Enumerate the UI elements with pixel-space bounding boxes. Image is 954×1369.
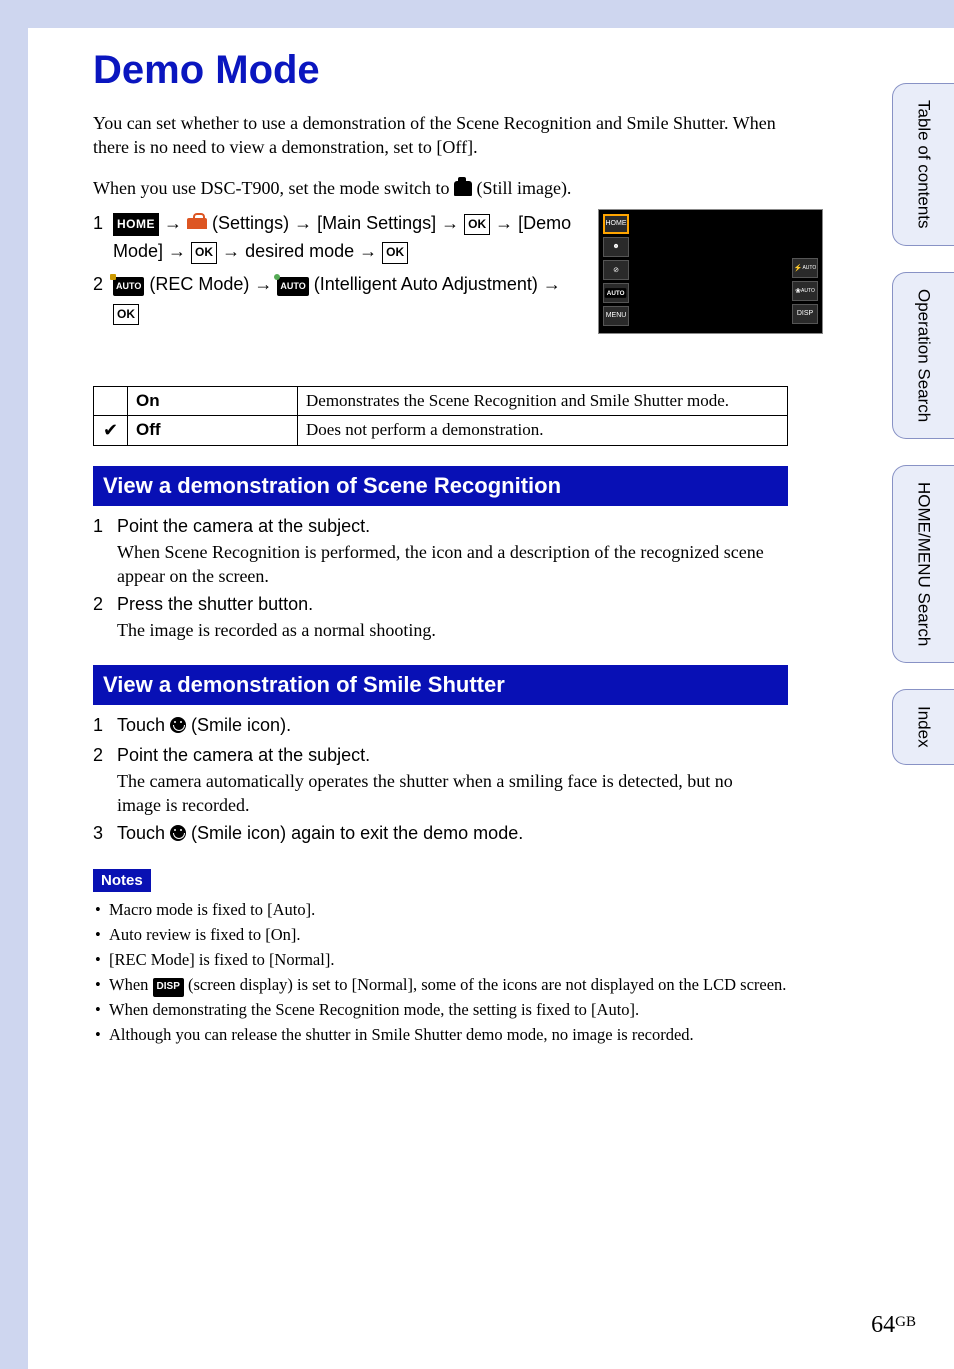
note-item: When DISP (screen display) is set to [No…: [93, 973, 788, 997]
option-on-desc: Demonstrates the Scene Recognition and S…: [298, 386, 788, 415]
list-item: 2Point the camera at the subject.The cam…: [93, 745, 788, 818]
home-badge: HOME: [113, 213, 159, 236]
table-row: On Demonstrates the Scene Recognition an…: [94, 386, 788, 415]
ok-box: OK: [191, 242, 217, 263]
settings-icon: [187, 216, 207, 230]
tab-operation-search[interactable]: Operation Search: [892, 272, 954, 439]
option-off-desc: Does not perform a demonstration.: [298, 415, 788, 445]
note-item: When demonstrating the Scene Recognition…: [93, 998, 788, 1022]
lcd-disp-icon: DISP: [792, 304, 818, 324]
list-item: 1Touch (Smile icon).: [93, 715, 788, 739]
list-item: 1Point the camera at the subject.When Sc…: [93, 516, 788, 589]
lcd-home-icon: HOME: [603, 214, 629, 234]
note-item: Auto review is fixed to [On].: [93, 923, 788, 947]
iauto-icon: AUTO: [277, 277, 308, 295]
lcd-flash-icon: ⚡AUTO: [792, 258, 818, 278]
smile-icon: [170, 717, 186, 733]
smile-steps-list: 1Touch (Smile icon). 2Point the camera a…: [93, 715, 788, 848]
side-nav-tabs: Table of contents Operation Search HOME/…: [892, 83, 954, 765]
lcd-off-icon: ⊘: [603, 260, 629, 280]
intro2-post: (Still image).: [472, 178, 571, 198]
list-item: 2Press the shutter button.The image is r…: [93, 594, 788, 642]
ok-box: OK: [464, 214, 490, 235]
camera-icon: [454, 181, 472, 196]
intro-text: You can set whether to use a demonstrati…: [93, 111, 788, 160]
ok-box: OK: [113, 304, 139, 325]
note-item: Macro mode is fixed to [Auto].: [93, 898, 788, 922]
page-number: 64GB: [871, 1312, 916, 1339]
lcd-macro-icon: ❀AUTO: [792, 281, 818, 301]
step1-body: HOME → (Settings) → [Main Settings] → OK…: [113, 209, 583, 267]
step2-body: AUTO (REC Mode) → AUTO (Intelligent Auto…: [113, 270, 583, 328]
table-row: ✔ Off Does not perform a demonstration.: [94, 415, 788, 445]
check-icon: ✔: [94, 415, 128, 445]
iauto-icon: AUTO: [113, 277, 144, 295]
option-on: On: [128, 386, 298, 415]
mode-table: On Demonstrates the Scene Recognition an…: [93, 386, 788, 446]
option-off: Off: [128, 415, 298, 445]
intro2-pre: When you use DSC-T900, set the mode swit…: [93, 178, 454, 198]
tab-index[interactable]: Index: [892, 689, 954, 765]
disp-badge: DISP: [153, 978, 184, 997]
list-item: 3Touch (Smile icon) again to exit the de…: [93, 823, 788, 847]
lcd-menu-icon: MENU: [603, 306, 629, 326]
note-item: [REC Mode] is fixed to [Normal].: [93, 948, 788, 972]
section-smile-shutter: View a demonstration of Smile Shutter: [93, 665, 788, 705]
lcd-smile-icon: ☻: [603, 237, 629, 257]
note-item: Although you can release the shutter in …: [93, 1023, 788, 1047]
notes-heading: Notes: [93, 869, 151, 892]
lcd-iauto-icon: AUTO: [603, 283, 629, 303]
lcd-preview: HOME ☻ ⊘ AUTO MENU ⚡AUTO ❀AUTO DISP: [598, 209, 823, 334]
tab-home-menu-search[interactable]: HOME/MENU Search: [892, 465, 954, 663]
ok-box: OK: [382, 242, 408, 263]
smile-icon: [170, 825, 186, 841]
section-scene-recognition: View a demonstration of Scene Recognitio…: [93, 466, 788, 506]
page-title: Demo Mode: [93, 48, 788, 93]
notes-list: Macro mode is fixed to [Auto]. Auto revi…: [93, 898, 788, 1047]
scene-steps-list: 1Point the camera at the subject.When Sc…: [93, 516, 788, 643]
tab-table-of-contents[interactable]: Table of contents: [892, 83, 954, 246]
intro2-text: When you use DSC-T900, set the mode swit…: [93, 178, 788, 199]
navigation-steps: 1 HOME → (Settings) → [Main Settings] → …: [93, 209, 583, 328]
step-number: 1: [93, 209, 113, 267]
